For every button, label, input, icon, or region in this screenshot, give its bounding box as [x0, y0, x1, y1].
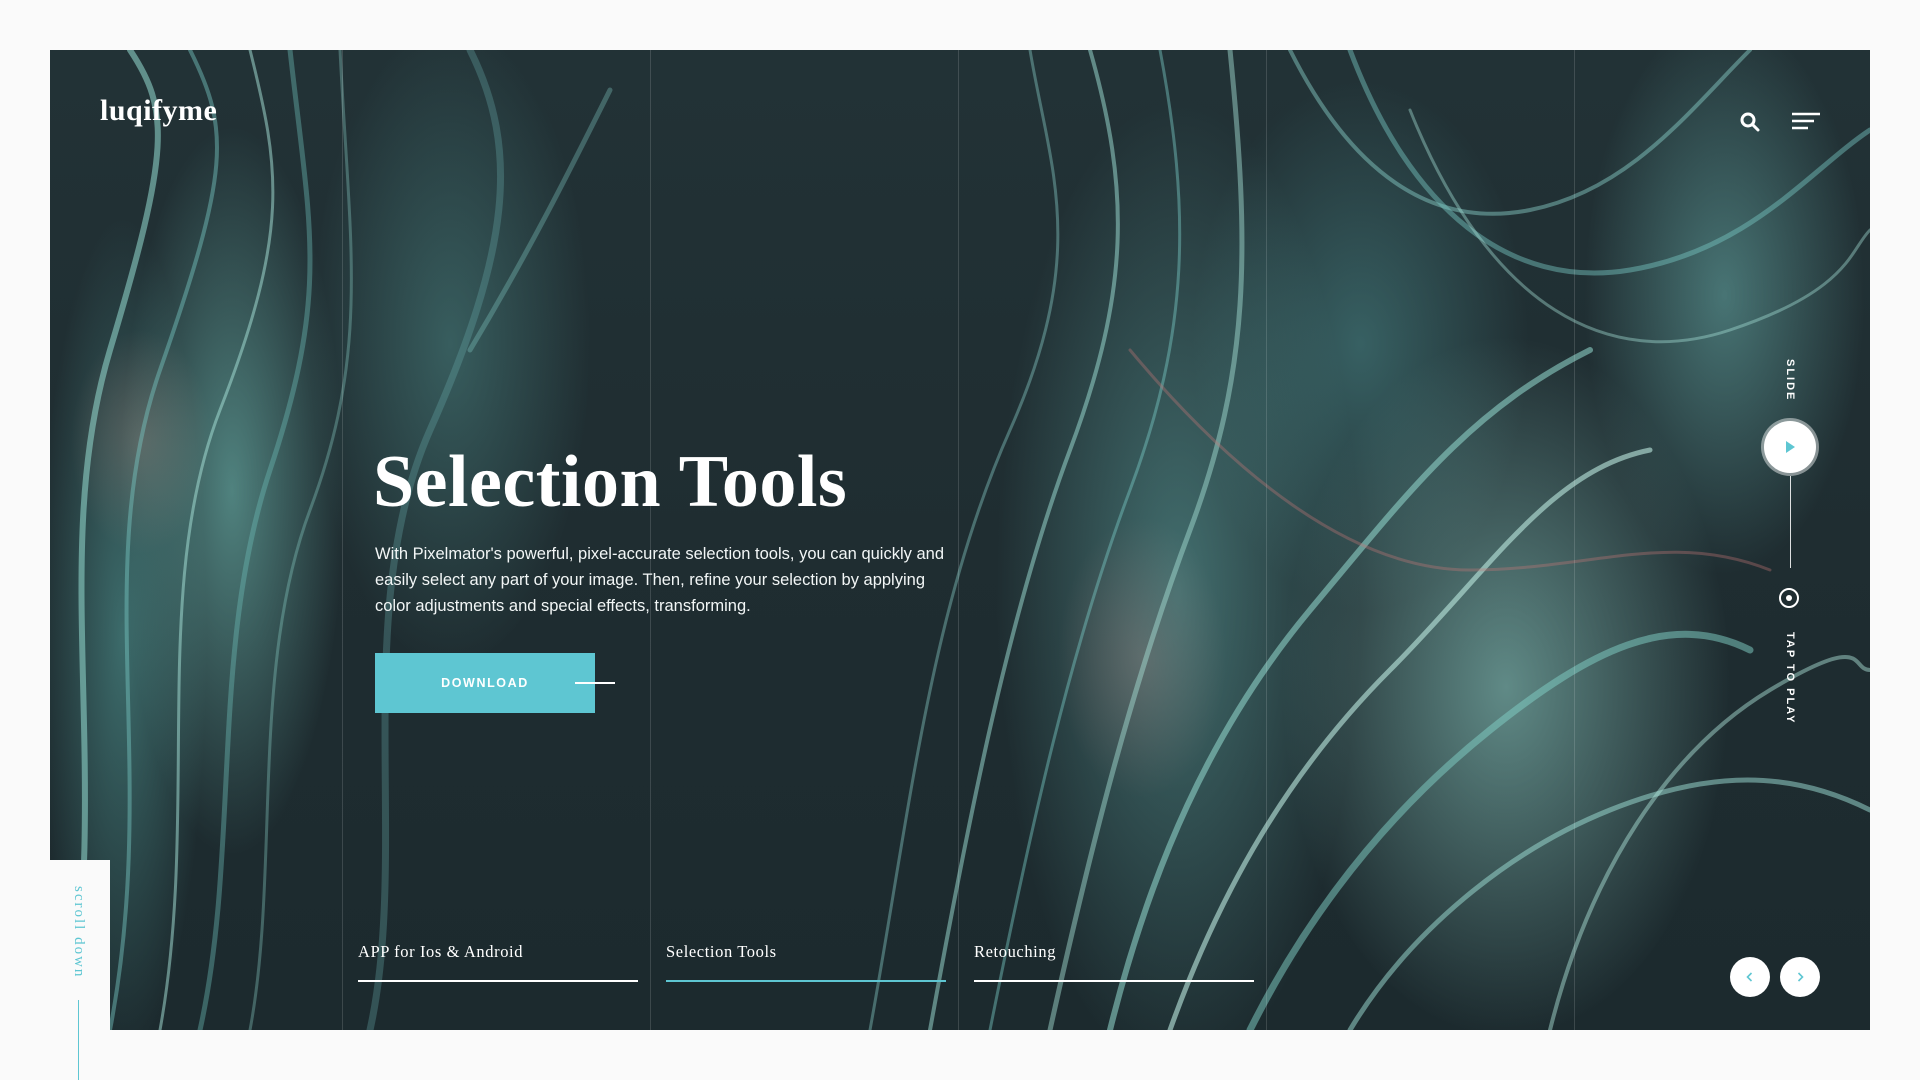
slide-label: SLIDE — [1784, 359, 1796, 402]
tab-label: Retouching — [974, 942, 1057, 961]
tab-app-for-ios-android[interactable]: APP for Ios & Android — [358, 942, 638, 982]
play-icon — [1786, 441, 1795, 453]
download-arrow-line — [575, 682, 615, 684]
tab-underline — [974, 980, 1254, 982]
grid-line — [650, 50, 651, 1030]
tab-label: APP for Ios & Android — [358, 942, 524, 961]
grid-line — [958, 50, 959, 1030]
hero-section: luqifyme Selection Tools With Pixelmator… — [50, 50, 1870, 1030]
grid-line — [1574, 50, 1575, 1030]
download-button[interactable]: DOWNLOAD — [375, 653, 595, 713]
tab-label: Selection Tools — [666, 942, 777, 961]
hero-title: Selection Tools — [373, 441, 848, 523]
next-slide-button[interactable] — [1780, 957, 1820, 997]
dot-icon — [1786, 595, 1792, 601]
scroll-down-label[interactable]: scroll down — [70, 886, 87, 978]
tap-to-play-label: TAP TO PLAY — [1784, 632, 1796, 725]
chevron-right-icon — [1797, 972, 1804, 982]
slide-progress-line — [1790, 476, 1791, 568]
search-icon[interactable] — [1738, 110, 1762, 134]
grid-line — [1266, 50, 1267, 1030]
previous-slide-button[interactable] — [1730, 957, 1770, 997]
tab-underline — [358, 980, 638, 982]
hero-description: With Pixelmator's powerful, pixel-accura… — [375, 545, 944, 615]
brand-logo[interactable]: luqifyme — [100, 94, 217, 128]
play-button[interactable] — [1764, 421, 1816, 473]
marble-swirl-background — [67, 50, 1870, 1030]
grid-line — [342, 50, 343, 1030]
chevron-left-icon — [1746, 972, 1753, 982]
tab-underline — [666, 980, 946, 982]
scroll-down-line — [78, 1000, 79, 1080]
hamburger-menu-icon[interactable] — [1790, 110, 1822, 134]
slide-dot-indicator[interactable] — [1779, 588, 1799, 608]
tab-retouching[interactable]: Retouching — [974, 942, 1254, 982]
tab-selection-tools[interactable]: Selection Tools — [666, 942, 946, 982]
